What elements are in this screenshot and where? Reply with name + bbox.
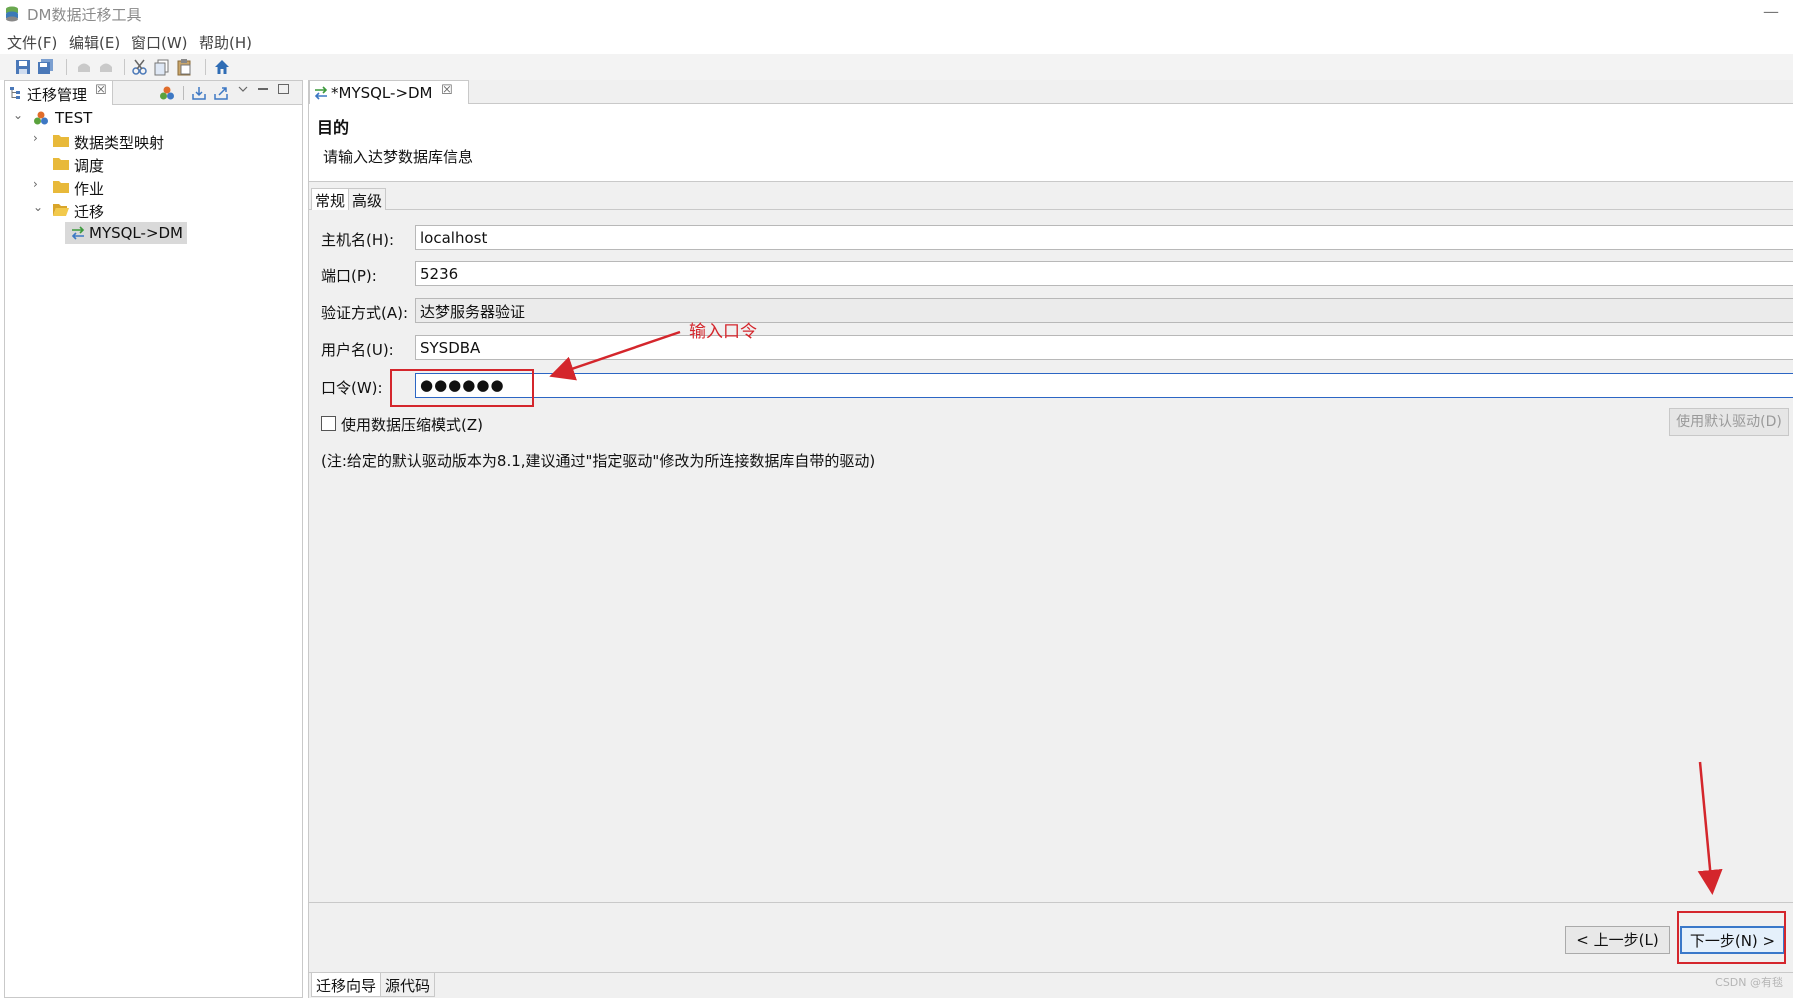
- redo-icon[interactable]: [97, 58, 115, 76]
- folder-icon: [53, 135, 69, 147]
- password-input[interactable]: ●●●●●●: [415, 373, 1793, 398]
- tab-migration-manager-label: 迁移管理: [27, 86, 88, 104]
- tab-mysql-dm[interactable]: *MYSQL->DM ☒: [309, 80, 469, 104]
- tree-item-label: 调度: [74, 157, 105, 175]
- tree-node-label: TEST: [55, 109, 93, 127]
- folder-icon: [53, 158, 69, 170]
- project-icon: [34, 111, 48, 125]
- tree-item-label: MYSQL->DM: [89, 224, 183, 242]
- menu-window[interactable]: 窗口(W): [131, 32, 188, 53]
- port-label: 端口(P):: [321, 267, 377, 285]
- menu-file[interactable]: 文件(F): [7, 32, 57, 53]
- user-label: 用户名(U):: [321, 341, 394, 359]
- tree-item-label: 迁移: [74, 203, 105, 221]
- divider: [309, 902, 1793, 903]
- view-menu-icon[interactable]: [237, 83, 249, 95]
- menu-help[interactable]: 帮助(H): [199, 32, 252, 53]
- folder-open-icon: [53, 204, 69, 216]
- paste-icon[interactable]: [175, 58, 193, 76]
- chevron-right-icon[interactable]: ›: [33, 131, 45, 145]
- editor-panel: *MYSQL->DM ☒ 目的 请输入达梦数据库信息 常规 高级 主机名(H):…: [308, 80, 1793, 998]
- left-tab-bar: 迁移管理 ☒: [5, 81, 302, 105]
- watermark: CSDN @有毯: [1715, 976, 1783, 989]
- migration-arrows-icon: [314, 86, 328, 100]
- wizard-header: 目的 请输入达梦数据库信息: [309, 104, 1793, 182]
- folder-icon: [53, 181, 69, 193]
- minimize-button[interactable]: —: [1763, 2, 1779, 21]
- tree-item-label: 作业: [74, 180, 105, 198]
- password-highlight-box: [390, 369, 534, 407]
- editor-tab-bar: *MYSQL->DM ☒: [309, 80, 1793, 104]
- toolbar: [0, 54, 1793, 80]
- toolbar-separator: [124, 59, 125, 75]
- back-button[interactable]: < 上一步(L): [1565, 926, 1670, 954]
- next-button-highlight-box: [1677, 911, 1786, 964]
- menu-edit[interactable]: 编辑(E): [69, 32, 120, 53]
- host-input[interactable]: [415, 225, 1793, 250]
- wizard-title: 目的: [317, 118, 350, 137]
- tree-item-schedule[interactable]: 调度: [11, 153, 291, 175]
- tree-icon: [10, 87, 20, 99]
- tab-migration-wizard[interactable]: 迁移向导: [311, 973, 382, 997]
- auth-select[interactable]: 达梦服务器验证: [415, 298, 1793, 323]
- bottom-tab-bar: 迁移向导 源代码: [309, 972, 1793, 998]
- save-all-icon[interactable]: [37, 58, 55, 76]
- compress-label: 使用数据压缩模式(Z): [341, 416, 483, 434]
- save-icon[interactable]: [14, 58, 32, 76]
- connect-icon[interactable]: [159, 85, 175, 101]
- tree-item-label: 数据类型映射: [74, 134, 165, 152]
- close-icon[interactable]: ☒: [441, 83, 453, 98]
- migration-manager-panel: 迁移管理 ☒ ⌄ TEST › 数据类型映射 调度 › 作业 ⌄ 迁移 MYSQ…: [4, 80, 303, 998]
- tree-item-type-mapping[interactable]: › 数据类型映射: [11, 130, 291, 152]
- cut-icon[interactable]: [131, 58, 149, 76]
- wizard-description: 请输入达梦数据库信息: [323, 148, 474, 166]
- toolbar-separator: [205, 59, 206, 75]
- tree-item-mysql-dm[interactable]: MYSQL->DM: [65, 222, 187, 244]
- migration-arrows-icon: [71, 226, 85, 240]
- menu-bar: 文件(F) 编辑(E) 窗口(W) 帮助(H): [0, 28, 1793, 54]
- close-icon[interactable]: ☒: [95, 83, 107, 98]
- sub-tab-bar: 常规 高级: [309, 188, 1793, 210]
- auth-label: 验证方式(A):: [321, 304, 409, 322]
- tree-node-test[interactable]: ⌄ TEST: [11, 107, 291, 129]
- tree-item-jobs[interactable]: › 作业: [11, 176, 291, 198]
- app-database-icon: [6, 6, 18, 22]
- chevron-down-icon[interactable]: ⌄: [33, 200, 45, 214]
- maximize-icon[interactable]: [278, 84, 289, 94]
- tab-mysql-dm-label: *MYSQL->DM: [331, 84, 433, 102]
- tab-advanced[interactable]: 高级: [348, 188, 387, 210]
- title-bar: DM数据迁移工具 —: [0, 0, 1793, 28]
- toolbar-separator: [183, 86, 184, 100]
- annotation-text: 输入口令: [689, 322, 757, 342]
- tab-general[interactable]: 常规: [311, 188, 350, 210]
- compress-checkbox[interactable]: [321, 416, 336, 431]
- copy-icon[interactable]: [153, 58, 171, 76]
- import-icon[interactable]: [191, 85, 207, 101]
- tree-item-migration[interactable]: ⌄ 迁移: [11, 199, 291, 221]
- host-label: 主机名(H):: [321, 231, 395, 249]
- minimize-icon[interactable]: [258, 88, 268, 90]
- port-input[interactable]: [415, 261, 1793, 286]
- home-icon[interactable]: [213, 58, 231, 76]
- tab-migration-manager[interactable]: 迁移管理 ☒: [5, 81, 113, 105]
- user-input[interactable]: [415, 335, 1793, 360]
- driver-note: (注:给定的默认驱动版本为8.1,建议通过"指定驱动"修改为所连接数据库自带的驱…: [321, 452, 876, 470]
- window-title: DM数据迁移工具: [27, 6, 142, 24]
- export-icon[interactable]: [213, 85, 229, 101]
- use-default-driver-button[interactable]: 使用默认驱动(D): [1669, 408, 1789, 436]
- tab-source-code[interactable]: 源代码: [380, 973, 436, 997]
- undo-icon[interactable]: [75, 58, 93, 76]
- password-label: 口令(W):: [321, 379, 383, 397]
- toolbar-separator: [66, 59, 67, 75]
- chevron-down-icon[interactable]: ⌄: [13, 108, 25, 122]
- chevron-right-icon[interactable]: ›: [33, 177, 45, 191]
